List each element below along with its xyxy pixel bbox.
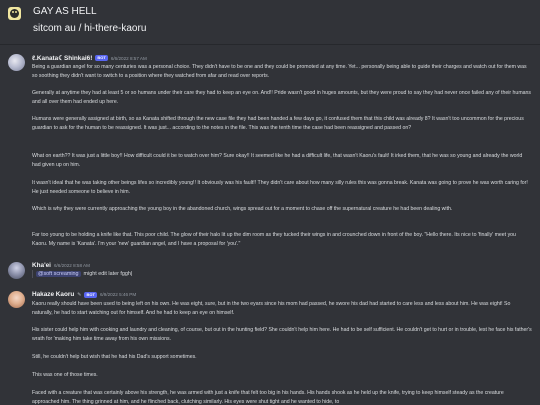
- message-paragraph: Being a guardian angel for so many centu…: [32, 64, 527, 79]
- channel-header: GAY AS HELL sitcom au / hi-there-kaoru: [0, 0, 540, 40]
- author-name[interactable]: ℓ.Kanata☾Shinkai6!: [32, 54, 92, 62]
- avatar[interactable]: [8, 262, 25, 279]
- eye-icon: [12, 11, 14, 13]
- message-paragraph: Generally at anytime they had at least 5…: [32, 90, 532, 105]
- timestamp[interactable]: 6/9/2022 5:46 PM: [100, 292, 136, 297]
- message-paragraph: His sister could help him with cooking a…: [32, 327, 532, 342]
- bot-badge: BOT: [84, 291, 97, 298]
- message-paragraph: Far too young to be holding a knife like…: [32, 232, 516, 247]
- message-header: Hakaze Kaoru ✎ BOT 6/9/2022 5:46 PM: [32, 291, 136, 298]
- author-name[interactable]: Hakaze Kaoru: [32, 291, 74, 298]
- author-name[interactable]: Kha'ei: [32, 262, 51, 269]
- server-icon[interactable]: [8, 7, 21, 20]
- avatar[interactable]: [8, 54, 25, 71]
- message-paragraph: Faced with a creature that was certainly…: [32, 390, 504, 405]
- message-paragraph: It wasn't ideal that he was taking other…: [32, 180, 528, 195]
- timestamp[interactable]: 6/6/2022 8:58 AM: [54, 263, 90, 268]
- message-text: might edit later fggh|: [83, 271, 133, 277]
- message-paragraph: Humans were generally assigned at birth,…: [32, 116, 524, 131]
- eye-icon: [15, 11, 17, 13]
- message-paragraph: What on earth?? It was just a little boy…: [32, 153, 523, 168]
- message-body: @soft screaming might edit later fggh|: [32, 270, 132, 278]
- message-header: Kha'ei 6/6/2022 8:58 AM: [32, 262, 90, 269]
- message-paragraph: Still, he couldn't help but wish that he…: [32, 354, 197, 360]
- timestamp[interactable]: 6/6/2022 8:57 AM: [111, 56, 147, 61]
- message-paragraph: Which is why they were currently approac…: [32, 206, 453, 212]
- divider: [0, 44, 540, 45]
- avatar[interactable]: [8, 291, 25, 308]
- thread-breadcrumb[interactable]: sitcom au / hi-there-kaoru: [33, 23, 146, 34]
- message-header: ℓ.Kanata☾Shinkai6! BOT 6/6/2022 8:57 AM: [32, 54, 147, 62]
- message-paragraph: Kaoru really should have been used to be…: [32, 301, 511, 316]
- pencil-icon: ✎: [77, 291, 82, 298]
- quote-bar: [32, 270, 33, 278]
- user-mention[interactable]: @soft screaming: [36, 271, 81, 277]
- server-name[interactable]: GAY AS HELL: [33, 6, 97, 17]
- bot-badge: BOT: [95, 55, 108, 61]
- message-paragraph: This was one of those times.: [32, 372, 98, 378]
